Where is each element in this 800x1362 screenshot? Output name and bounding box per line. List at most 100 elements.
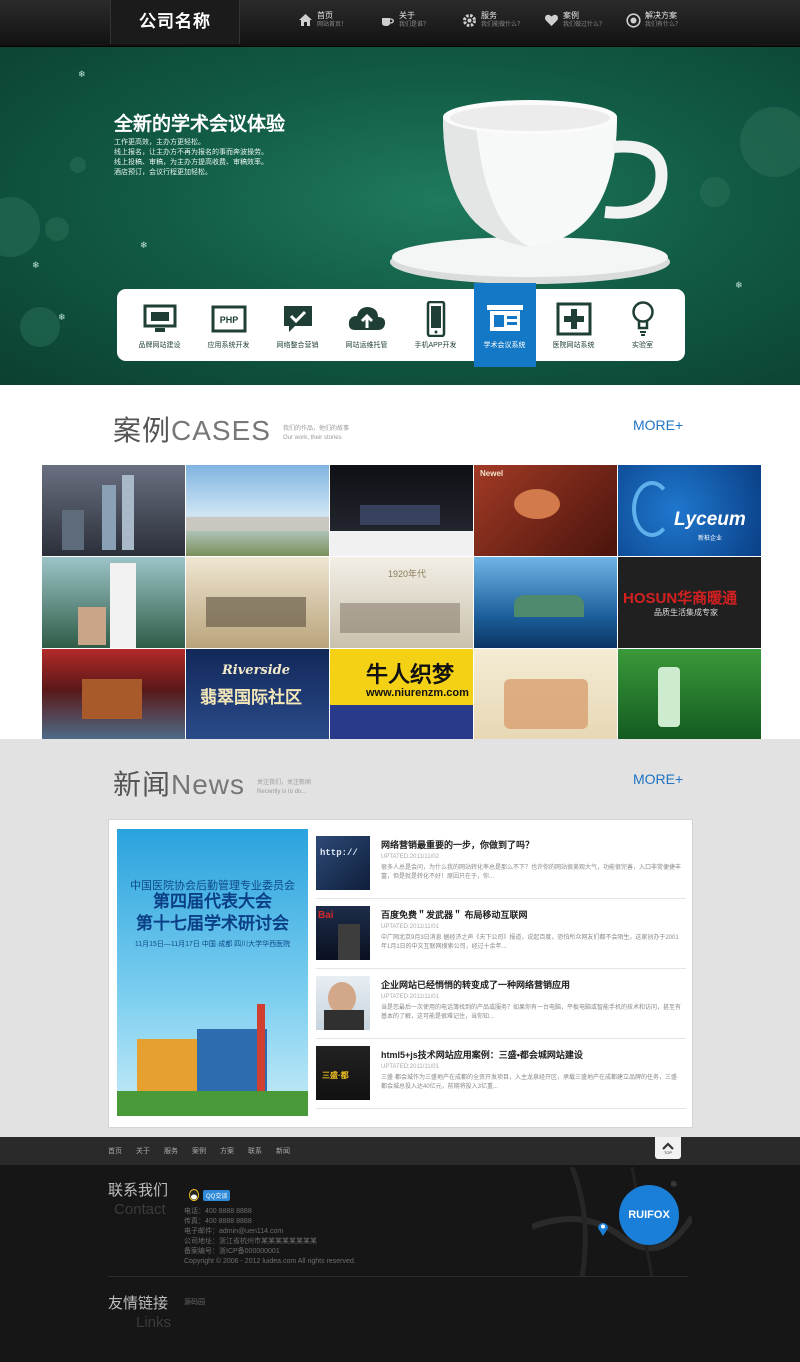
service-item-brand-website[interactable]: 品牌网站建设	[129, 289, 191, 361]
section-title: 新闻News	[113, 763, 245, 803]
molecule-decoration	[20, 307, 60, 347]
contact-phone: 电话：400 8888 8888	[184, 1208, 252, 1215]
service-item-marketing[interactable]: 网络整合营销	[267, 289, 329, 361]
news-title[interactable]: html5+js技术网站应用案例：三盛•都会城网站建设	[381, 1048, 583, 1061]
nav-item-cases[interactable]: 案例 我们做过什么？	[543, 8, 609, 30]
case-tile[interactable]	[42, 557, 185, 648]
case-tile[interactable]	[42, 649, 185, 740]
nav-item-service[interactable]: 服务 我们能做什么？	[461, 8, 527, 30]
news-date: UPTATED:2011/11/02	[381, 854, 439, 860]
chat-check-icon	[278, 300, 318, 338]
case-tile[interactable]: Riverside 翡翠国际社区	[186, 649, 329, 740]
news-more-link[interactable]: MORE+	[633, 771, 683, 787]
nav-item-about[interactable]: 关于 我们是谁？	[379, 8, 445, 30]
contact-subtitle: Contact	[114, 1201, 166, 1218]
friend-link[interactable]: 源码园	[184, 1297, 205, 1307]
service-item-mobile-app[interactable]: 手机APP开发	[405, 289, 467, 361]
case-tile[interactable]: HOSUN华商暖通 品质生活集成专家	[618, 557, 761, 648]
snowflake-icon: ❄	[140, 240, 148, 250]
footer-link[interactable]: 首页	[108, 1146, 122, 1156]
news-item[interactable]: Bai 百度免费＂发武器＂ 布局移动互联网 UPTATED:2011/11/01…	[316, 899, 686, 969]
news-title[interactable]: 企业网站已经悄悄的转变成了一种网络营销应用	[381, 978, 570, 991]
snowflake-icon: ❄	[78, 69, 86, 79]
service-item-hospital-website[interactable]: 医院网站系统	[543, 289, 605, 361]
cases-section: 案例CASES 我们的作品，他们的故事 Our work, their stori…	[0, 385, 800, 740]
footer-link[interactable]: 新闻	[276, 1146, 290, 1156]
target-icon	[625, 12, 641, 28]
service-label: 医院网站系统	[552, 342, 595, 349]
nav-item-home[interactable]: 首页 网站首页！	[297, 8, 363, 30]
case-tile[interactable]	[474, 649, 617, 740]
poster-line: 第十七届学术研讨会	[136, 914, 289, 933]
ruifox-logo: RUIFOX	[619, 1185, 679, 1245]
footer-link[interactable]: 方案	[220, 1146, 234, 1156]
case-tile[interactable]	[186, 557, 329, 648]
news-excerpt: 中广网北京9月3日消息 据经济之声《天下公司》报道，说起百度，恐怕所众网友们都不…	[381, 935, 679, 950]
section-title-cn: 新闻	[113, 769, 172, 800]
back-to-top-label: TOP	[663, 1149, 673, 1155]
cases-more-link[interactable]: MORE+	[633, 417, 683, 433]
service-item-lab[interactable]: 实验室	[612, 289, 674, 361]
gear-icon	[461, 12, 477, 28]
monitor-icon	[140, 300, 180, 338]
case-tile[interactable]: Lyceum 新桩企业	[618, 465, 761, 556]
case-tile[interactable]	[618, 649, 761, 740]
tile-brand-subtext: Riverside	[222, 663, 291, 678]
molecule-decoration	[45, 217, 69, 241]
icp-record: 备案编号：浙ICP备000000001	[184, 1248, 280, 1255]
case-tile[interactable]	[474, 557, 617, 648]
contact-email[interactable]: 电子邮件：admin@uen114.com	[184, 1227, 356, 1237]
cases-heading: 案例CASES 我们的作品，他们的故事 Our work, their stori…	[113, 409, 349, 449]
case-tile[interactable]	[186, 465, 329, 556]
section-title-en: CASES	[171, 415, 271, 446]
coffee-cup-icon	[379, 12, 395, 28]
news-item[interactable]: http:// 网络营销最重要的一步，你做到了吗？ UPTATED:2011/1…	[316, 829, 686, 899]
footer-link[interactable]: 服务	[164, 1146, 178, 1156]
service-label: 应用系统开发	[207, 342, 250, 349]
service-item-conference-system[interactable]: 学术会议系统	[473, 283, 536, 367]
nav-item-sub: 网站首页！	[317, 22, 348, 28]
footer-link[interactable]: 案例	[192, 1146, 206, 1156]
news-title[interactable]: 网络营销最重要的一步，你做到了吗？	[381, 838, 534, 851]
poster-line: 第四届代表大会	[153, 892, 272, 911]
service-item-app-dev[interactable]: PHP 应用系统开发	[198, 289, 260, 361]
service-bar: 品牌网站建设 PHP 应用系统开发 网络整合营销 网站运维托管 手机APP开发 …	[117, 283, 685, 367]
cases-grid: Newel Lyceum 新桩企业 1920年代 HOSUN华商暖通 品质生活集…	[42, 465, 761, 740]
contact-address: 公司地址：浙江省杭州市某某某某某某某某	[184, 1238, 317, 1245]
case-tile[interactable]	[42, 465, 185, 556]
footer-link[interactable]: 关于	[136, 1146, 150, 1156]
company-logo[interactable]: 公司名称	[110, 0, 240, 44]
nav-item-sub: 我们做过什么？	[563, 22, 606, 28]
news-thumbnail: Bai	[316, 906, 370, 960]
hero-line: 线上投稿、审稿，为主办方提高收费、审稿效率。	[114, 159, 268, 166]
qq-penguin-icon	[189, 1189, 199, 1201]
lightbulb-icon	[623, 300, 663, 338]
service-item-hosting[interactable]: 网站运维托管	[336, 289, 398, 361]
footer-link[interactable]: 联系	[248, 1146, 262, 1156]
case-tile[interactable]: 1920年代	[330, 557, 473, 648]
case-tile[interactable]: 牛人织梦 www.niurenzm.com	[330, 649, 473, 740]
section-subtitle-line: 关注我们，关注新闻	[257, 780, 312, 786]
nav-item-solutions[interactable]: 解决方案 我们有什么？	[625, 8, 691, 30]
back-to-top-button[interactable]: TOP	[655, 1137, 681, 1159]
nav-item-sub: 我们有什么？	[645, 22, 682, 28]
molecule-decoration	[700, 177, 730, 207]
molecule-decoration	[70, 157, 86, 173]
news-date: UPTATED:2011/11/01	[381, 994, 439, 1000]
news-thumbnail: 三盛·都	[316, 1046, 370, 1100]
section-subtitle: 关注我们，关注新闻 Recently is to do...	[257, 779, 311, 797]
php-icon: PHP	[209, 300, 249, 338]
news-title[interactable]: 百度免费＂发武器＂ 布局移动互联网	[381, 908, 528, 921]
hero-title: 全新的学术会议体验	[114, 114, 286, 135]
cloud-upload-icon	[347, 300, 387, 338]
tile-brand-subtext: 品质生活集成专家	[654, 608, 718, 617]
news-excerpt: 当是您最后一次使用的电话簿找到的产品或服务？如果你有一台电脑，平板电脑或智能手机…	[381, 1005, 682, 1020]
news-item[interactable]: 企业网站已经悄悄的转变成了一种网络营销应用 UPTATED:2011/11/01…	[316, 969, 686, 1039]
qq-chat-button[interactable]: QQ交谈	[188, 1189, 231, 1201]
case-tile[interactable]	[330, 465, 473, 556]
conference-poster[interactable]: 中国医院协会后勤管理专业委员会 第四届代表大会 第十七届学术研讨会 11月15日—…	[117, 829, 308, 1116]
news-item[interactable]: 三盛·都 html5+js技术网站应用案例：三盛•都会城网站建设 UPTATED…	[316, 1039, 686, 1109]
case-tile[interactable]: Newel	[474, 465, 617, 556]
friend-links-title: 友情链接	[108, 1295, 169, 1312]
snowflake-icon: ❄	[670, 1179, 678, 1189]
